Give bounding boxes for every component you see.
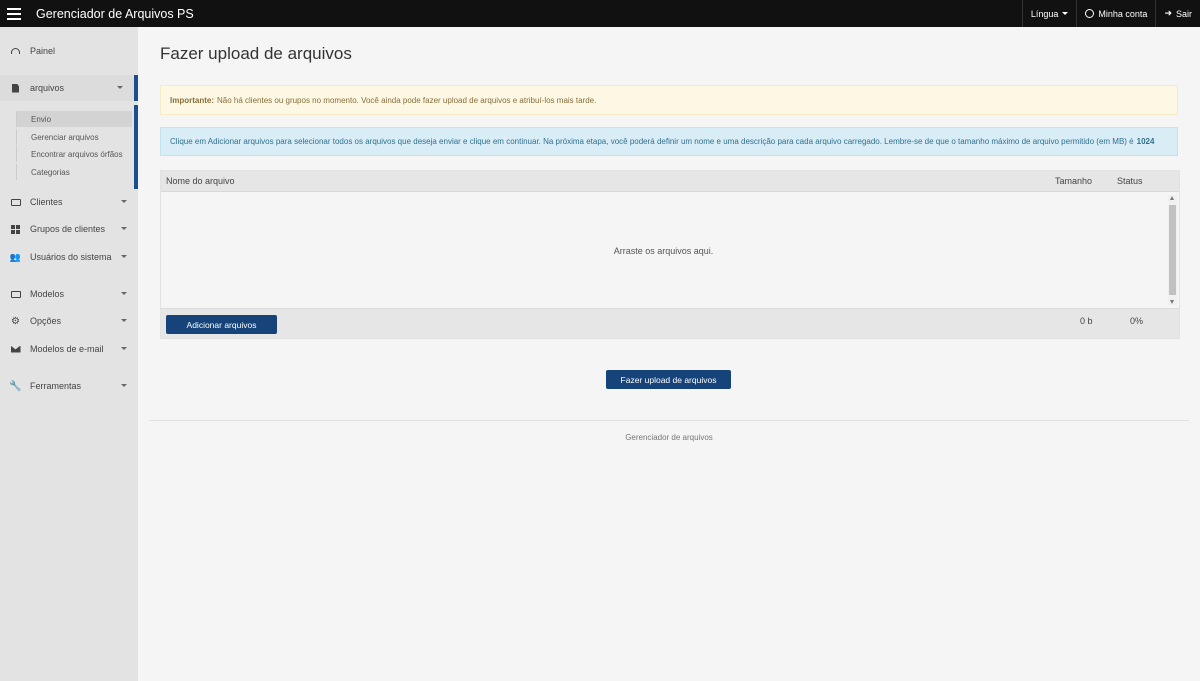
wrench-icon: 🔧 bbox=[9, 380, 22, 392]
drop-zone-text: Arraste os arquivos aqui. bbox=[613, 246, 714, 256]
sidebar-item-dashboard[interactable]: Painel bbox=[0, 38, 138, 64]
top-right-menu: Língua Minha conta ➜ Sair bbox=[1021, 0, 1200, 27]
scroll-down-arrow-icon[interactable] bbox=[1170, 300, 1174, 304]
footer-divider bbox=[149, 420, 1189, 421]
envelope-icon bbox=[10, 345, 21, 353]
language-label: Língua bbox=[1030, 8, 1059, 19]
chevron-down-icon bbox=[121, 319, 127, 322]
logout-label: Sair bbox=[1175, 8, 1192, 19]
sidebar-item-label: arquivos bbox=[30, 83, 65, 93]
scrollbar[interactable] bbox=[1168, 195, 1177, 305]
chevron-down-icon bbox=[121, 384, 127, 387]
submenu-item-label: Envio bbox=[31, 114, 52, 124]
drop-zone[interactable]: Arraste os arquivos aqui. bbox=[161, 192, 1179, 308]
sidebar-item-label: Grupos de clientes bbox=[30, 224, 106, 234]
warning-alert: Importante: Não há clientes ou grupos no… bbox=[160, 85, 1178, 115]
uploader-footer: Adicionar arquivos 0 b 0% bbox=[161, 308, 1179, 338]
my-account-link[interactable]: Minha conta bbox=[1076, 0, 1155, 27]
chevron-down-icon bbox=[1062, 12, 1069, 15]
chevron-down-icon bbox=[121, 227, 127, 230]
page-title: Fazer upload de arquivos bbox=[160, 44, 352, 63]
file-uploader: Nome do arquivo Tamanho Status Arraste o… bbox=[160, 170, 1180, 339]
users-icon: 👥 bbox=[9, 251, 22, 262]
scrollbar-thumb[interactable] bbox=[1169, 205, 1176, 295]
chevron-down-icon bbox=[121, 292, 127, 295]
column-header-size: Tamanho bbox=[1055, 176, 1093, 186]
sidebar-item-email-templates[interactable]: Modelos de e-mail bbox=[0, 336, 138, 362]
add-files-button[interactable]: Adicionar arquivos bbox=[166, 315, 277, 334]
sidebar-item-label: Modelos de e-mail bbox=[30, 344, 104, 354]
info-max-size: 1024 bbox=[1136, 137, 1155, 146]
sidebar-item-label: Usuários do sistema bbox=[30, 252, 112, 262]
language-dropdown[interactable]: Língua bbox=[1021, 0, 1077, 27]
sidebar-item-system-users[interactable]: 👥 Usuários do sistema bbox=[0, 244, 138, 270]
submenu-item-upload[interactable]: Envio bbox=[16, 111, 132, 127]
grid-icon bbox=[10, 224, 21, 234]
scroll-up-arrow-icon[interactable] bbox=[1170, 196, 1174, 200]
sidebar-item-options[interactable]: ⚙ Opções bbox=[0, 308, 138, 334]
warning-strong: Importante: bbox=[170, 95, 214, 105]
chevron-down-icon bbox=[121, 347, 127, 350]
sidebar-item-label: Modelos bbox=[30, 289, 65, 299]
total-percent: 0% bbox=[1130, 316, 1144, 326]
file-icon bbox=[10, 83, 21, 93]
submenu-item-orphan-files[interactable]: Encontrar arquivos órfãos bbox=[16, 146, 132, 162]
logout-link[interactable]: ➜ Sair bbox=[1155, 0, 1200, 27]
info-text: Clique em Adicionar arquivos para seleci… bbox=[170, 137, 1134, 146]
gear-icon: ⚙ bbox=[11, 315, 20, 327]
submenu-item-label: Encontrar arquivos órfãos bbox=[31, 149, 123, 159]
monitor-icon bbox=[10, 290, 21, 298]
files-submenu: Envio Gerenciar arquivos Encontrar arqui… bbox=[0, 105, 138, 189]
app-title[interactable]: Gerenciador de Arquivos PS bbox=[36, 7, 194, 21]
submenu-item-manage-files[interactable]: Gerenciar arquivos bbox=[16, 129, 132, 145]
upload-files-button[interactable]: Fazer upload de arquivos bbox=[606, 370, 731, 389]
warning-text: Não há clientes ou grupos no momento. Vo… bbox=[217, 95, 597, 105]
sign-out-icon: ➜ bbox=[1164, 8, 1172, 18]
user-circle-icon bbox=[1085, 9, 1095, 18]
top-navbar: Gerenciador de Arquivos PS Língua Minha … bbox=[0, 0, 1200, 27]
sidebar-item-templates[interactable]: Modelos bbox=[0, 281, 138, 307]
sidebar-item-tools[interactable]: 🔧 Ferramentas bbox=[0, 373, 138, 399]
chevron-down-icon bbox=[121, 200, 127, 203]
sidebar-item-label: Opções bbox=[30, 316, 62, 326]
sidebar-item-clients[interactable]: Clientes bbox=[0, 189, 138, 215]
dashboard-icon bbox=[10, 48, 21, 54]
chevron-down-icon bbox=[117, 86, 123, 89]
uploader-header: Nome do arquivo Tamanho Status bbox=[161, 171, 1179, 192]
hamburger-menu-icon[interactable] bbox=[0, 0, 27, 27]
my-account-label: Minha conta bbox=[1098, 8, 1148, 19]
id-card-icon bbox=[10, 198, 21, 206]
footer-text: Gerenciador de arquivos bbox=[625, 433, 713, 442]
column-header-status: Status bbox=[1117, 176, 1143, 186]
submenu-item-label: Categorias bbox=[31, 167, 70, 177]
total-size: 0 b bbox=[1080, 316, 1093, 326]
submenu-item-categories[interactable]: Categorias bbox=[16, 164, 132, 180]
info-alert: Clique em Adicionar arquivos para seleci… bbox=[160, 127, 1178, 156]
column-header-filename: Nome do arquivo bbox=[166, 176, 235, 186]
submenu-item-label: Gerenciar arquivos bbox=[31, 132, 99, 142]
sidebar: Painel arquivos Envio Gerenciar arquivos… bbox=[0, 27, 138, 681]
sidebar-item-client-groups[interactable]: Grupos de clientes bbox=[0, 216, 138, 242]
sidebar-item-files[interactable]: arquivos bbox=[0, 75, 138, 101]
chevron-down-icon bbox=[121, 255, 127, 258]
sidebar-item-label: Painel bbox=[30, 46, 56, 56]
sidebar-item-label: Clientes bbox=[30, 197, 63, 207]
sidebar-item-label: Ferramentas bbox=[30, 381, 82, 391]
